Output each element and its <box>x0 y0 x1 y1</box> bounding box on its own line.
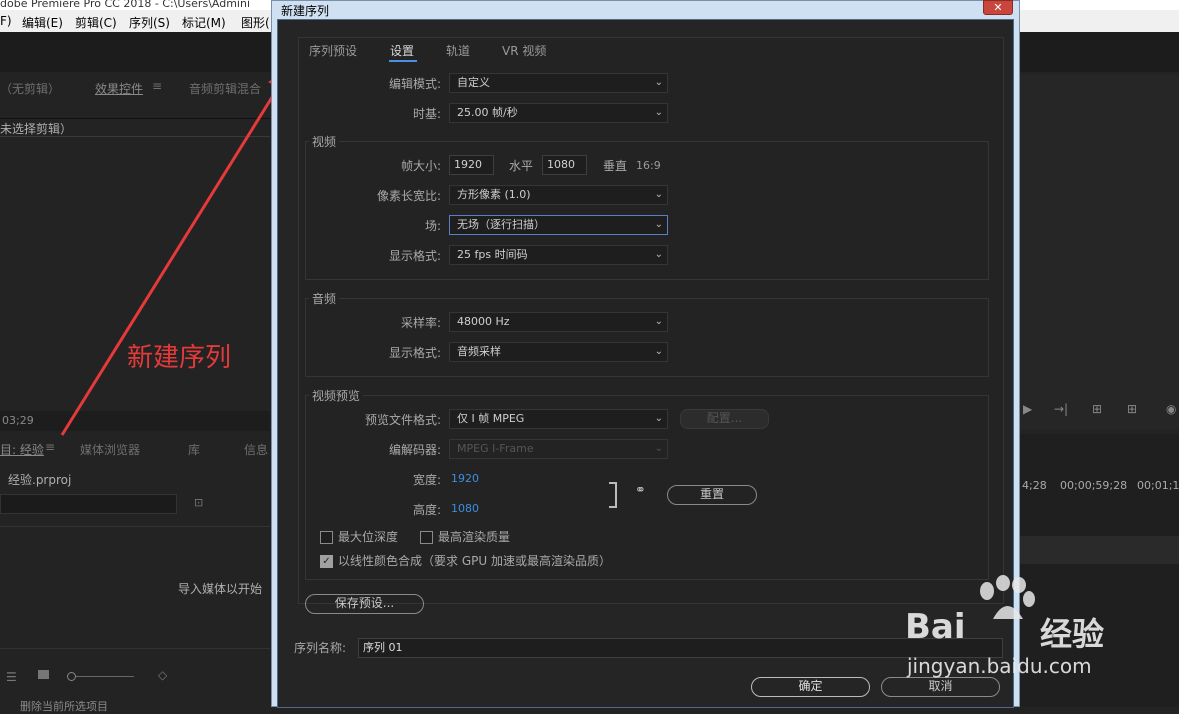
ok-button[interactable]: 确定 <box>751 677 870 697</box>
timebase-value: 25.00 帧/秒 <box>457 106 518 119</box>
paw-logo-icon <box>980 575 1035 619</box>
linear-color-label: 以线性颜色合成（要求 GPU 加速或最高渲染品质） <box>338 554 611 568</box>
watermark-brand: Bai <box>905 607 966 647</box>
active-tab-underline <box>389 60 417 62</box>
linear-color-checkbox[interactable]: ✓ <box>320 555 333 568</box>
tab-vr-video[interactable]: VR 视频 <box>502 42 546 59</box>
audio-display-format-value: 音频采样 <box>457 345 501 358</box>
chevron-down-icon: ⌄ <box>654 443 663 454</box>
pixel-aspect-value: 方形像素 (1.0) <box>457 188 531 201</box>
save-preset-button[interactable]: 保存预设... <box>305 594 424 614</box>
tab-tracks[interactable]: 轨道 <box>446 42 470 59</box>
max-bit-depth-label: 最大位深度 <box>338 530 399 544</box>
preview-width-value[interactable]: 1920 <box>451 472 479 485</box>
codec-value: MPEG I-Frame <box>457 442 534 455</box>
field-label: 场: <box>424 219 441 233</box>
codec-label: 编解码器: <box>388 443 441 457</box>
chevron-down-icon: ⌄ <box>654 77 663 88</box>
audio-display-format-label: 显示格式: <box>388 346 441 360</box>
aspect-ratio-text: 16:9 <box>636 159 661 172</box>
baidu-watermark: Bai 经验 jingyan.baidu.com <box>905 575 1175 685</box>
audio-display-format-dropdown[interactable]: 音频采样 ⌄ <box>449 342 668 362</box>
tab-sequence-presets[interactable]: 序列预设 <box>309 42 357 59</box>
sequence-name-label: 序列名称: <box>294 641 347 655</box>
chevron-down-icon: ⌄ <box>654 413 663 424</box>
preview-file-format-value: 仅 I 帧 MPEG <box>457 412 525 425</box>
max-render-quality-checkbox[interactable] <box>420 531 433 544</box>
video-group-title: 视频 <box>309 133 340 150</box>
audio-group-title: 音频 <box>309 290 340 307</box>
chevron-down-icon: ⌄ <box>654 316 663 327</box>
reset-button[interactable]: 重置 <box>667 485 757 505</box>
dialog-body: 序列预设 设置 轨道 VR 视频 编辑模式: 自定义 ⌄ 时基: 25.00 帧/… <box>277 19 1014 708</box>
edit-mode-label: 编辑模式: <box>388 77 441 91</box>
video-display-format-value: 25 fps 时间码 <box>457 248 528 261</box>
frame-width-input[interactable]: 1920 <box>449 155 494 175</box>
chevron-down-icon: ⌄ <box>654 219 663 230</box>
watermark-brand-cn: 经验 <box>1040 615 1105 653</box>
field-dropdown[interactable]: 无场（逐行扫描） ⌄ <box>449 215 668 235</box>
codec-dropdown[interactable]: MPEG I-Frame ⌄ <box>449 439 668 459</box>
link-bracket <box>609 482 617 508</box>
preview-file-format-dropdown[interactable]: 仅 I 帧 MPEG ⌄ <box>449 409 668 429</box>
dialog-titlebar: 新建序列 <box>272 1 1019 19</box>
frame-height-input[interactable]: 1080 <box>542 155 587 175</box>
sample-rate-value: 48000 Hz <box>457 315 510 328</box>
preview-width-label: 宽度: <box>412 473 441 487</box>
pixel-aspect-dropdown[interactable]: 方形像素 (1.0) ⌄ <box>449 185 668 205</box>
preview-height-label: 高度: <box>412 503 441 517</box>
preview-file-format-label: 预览文件格式: <box>364 413 441 427</box>
tab-settings[interactable]: 设置 <box>390 42 414 59</box>
edit-mode-dropdown[interactable]: 自定义 ⌄ <box>449 73 668 93</box>
preview-height-value[interactable]: 1080 <box>451 502 479 515</box>
annotation-label: 新建序列 <box>127 343 232 373</box>
watermark-url: jingyan.baidu.com <box>907 654 1092 678</box>
sample-rate-label: 采样率: <box>400 316 441 330</box>
close-icon[interactable]: ✕ <box>983 0 1013 15</box>
video-preview-group-title: 视频预览 <box>309 387 364 404</box>
chevron-down-icon: ⌄ <box>654 346 663 357</box>
video-display-format-label: 显示格式: <box>388 249 441 263</box>
chevron-down-icon: ⌄ <box>654 249 663 260</box>
max-bit-depth-checkbox[interactable] <box>320 531 333 544</box>
max-render-quality-label: 最高渲染质量 <box>438 530 511 544</box>
sample-rate-dropdown[interactable]: 48000 Hz ⌄ <box>449 312 668 332</box>
edit-mode-value: 自定义 <box>457 76 490 89</box>
chevron-down-icon: ⌄ <box>654 107 663 118</box>
vertical-label: 垂直 <box>602 159 627 173</box>
dialog-title: 新建序列 <box>281 4 330 18</box>
horizontal-label: 水平 <box>508 159 533 173</box>
audio-group <box>305 298 989 377</box>
timebase-dropdown[interactable]: 25.00 帧/秒 ⌄ <box>449 103 668 123</box>
video-display-format-dropdown[interactable]: 25 fps 时间码 ⌄ <box>449 245 668 265</box>
tabs-panel: 序列预设 设置 轨道 VR 视频 编辑模式: 自定义 ⌄ 时基: 25.00 帧/… <box>298 37 1004 614</box>
field-value: 无场（逐行扫描） <box>457 218 545 231</box>
chevron-down-icon: ⌄ <box>654 189 663 200</box>
configure-button[interactable]: 配置... <box>680 409 769 429</box>
timebase-label: 时基: <box>412 107 441 121</box>
frame-size-label: 帧大小: <box>400 159 441 173</box>
pixel-aspect-label: 像素长宽比: <box>376 189 441 203</box>
link-icon[interactable]: ⚭ <box>635 483 646 498</box>
